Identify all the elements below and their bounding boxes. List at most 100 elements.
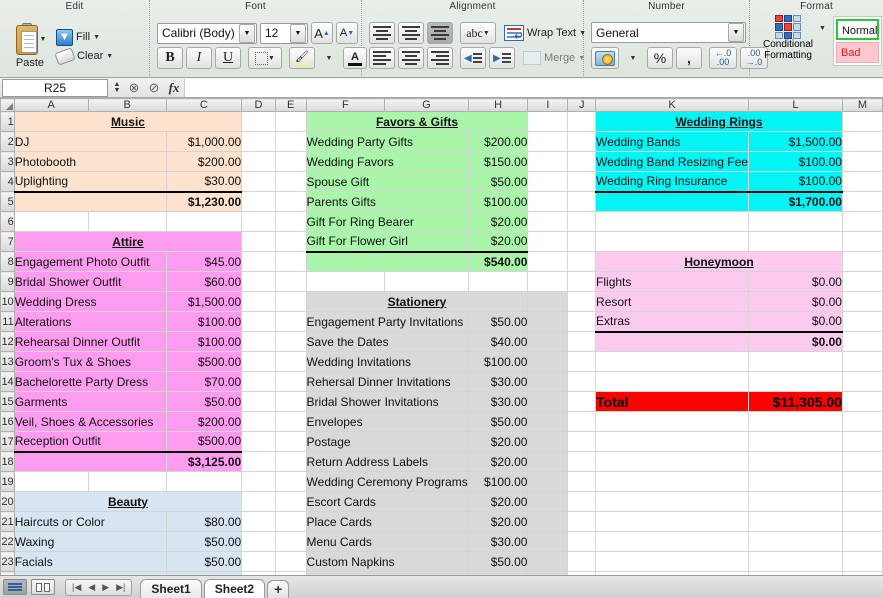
row-header-22[interactable]: 22	[0, 531, 15, 552]
attire-total-pad[interactable]	[13, 451, 167, 472]
cell-E22[interactable]	[274, 531, 307, 552]
attire-item-7-label[interactable]: Garments	[13, 391, 167, 412]
cell-I18[interactable]	[527, 451, 569, 472]
cell-D11[interactable]	[241, 311, 276, 332]
increase-decimal-button[interactable]: ←.0.00	[709, 47, 737, 69]
attire-item-3-amount[interactable]: $100.00	[165, 311, 243, 332]
italic-button[interactable]: I	[186, 47, 212, 69]
stationery-item-5-label[interactable]: Envelopes	[305, 411, 469, 432]
stationery-item-0-amount[interactable]: $50.00	[467, 311, 529, 332]
honeymoon-item-1-amount[interactable]: $0.00	[747, 291, 843, 312]
favors-total-pad[interactable]	[305, 251, 469, 272]
attire-item-0-label[interactable]: Engagement Photo Outfit	[13, 251, 167, 272]
cell-K20[interactable]	[595, 491, 749, 512]
favors-total[interactable]: $540.00	[467, 251, 529, 272]
attire-item-4-amount[interactable]: $100.00	[165, 331, 243, 352]
chevron-down-icon[interactable]: ▼	[268, 55, 275, 62]
row-header-2[interactable]: 2	[0, 131, 15, 152]
row-header-12[interactable]: 12	[0, 331, 15, 352]
cell-L18[interactable]	[747, 451, 843, 472]
cell-D21[interactable]	[241, 511, 276, 532]
row-header-3[interactable]: 3	[0, 151, 15, 172]
cell-D7[interactable]	[241, 231, 276, 252]
cell-M18[interactable]	[841, 451, 883, 472]
cell-D9[interactable]	[241, 271, 276, 292]
cell-L16[interactable]	[747, 411, 843, 432]
cell-D14[interactable]	[241, 371, 276, 392]
stationery-title[interactable]: Stationery	[305, 291, 529, 312]
column-header-E[interactable]: E	[274, 98, 307, 112]
bold-button[interactable]: B	[157, 47, 183, 69]
cell-I5[interactable]	[527, 191, 569, 212]
cell-D10[interactable]	[241, 291, 276, 312]
column-header-D[interactable]: D	[241, 98, 276, 112]
attire-item-8-label[interactable]: Veil, Shoes & Accessories	[13, 411, 167, 432]
cell-M4[interactable]	[841, 171, 883, 192]
cell-I22[interactable]	[527, 531, 569, 552]
page-layout-view-button[interactable]	[31, 579, 55, 595]
formula-input[interactable]	[184, 78, 883, 97]
beauty-item-0-label[interactable]: Haircuts or Color	[13, 511, 167, 532]
cell-L23[interactable]	[747, 551, 843, 572]
cell-J6[interactable]	[567, 211, 597, 232]
cell-C19[interactable]	[165, 471, 243, 492]
cell-I2[interactable]	[527, 131, 569, 152]
cell-J2[interactable]	[567, 131, 597, 152]
stationery-item-8-amount[interactable]: $100.00	[467, 471, 529, 492]
attire-item-9-amount[interactable]: $500.00	[165, 431, 243, 453]
music-item-2-amount[interactable]: $30.00	[165, 171, 243, 193]
row-header-8[interactable]: 8	[0, 251, 15, 272]
cell-D6[interactable]	[241, 211, 276, 232]
row-header-19[interactable]: 19	[0, 471, 15, 492]
favors-item-3-amount[interactable]: $100.00	[467, 191, 529, 212]
sheet-tab-sheet2[interactable]: Sheet2	[203, 578, 266, 598]
beauty-title[interactable]: Beauty	[13, 491, 243, 512]
cell-L19[interactable]	[747, 471, 843, 492]
cell-J22[interactable]	[567, 531, 597, 552]
cell-J15[interactable]	[567, 391, 597, 412]
chevron-down-icon[interactable]: ▼	[483, 29, 490, 37]
cell-B6[interactable]	[87, 211, 167, 232]
font-family-select[interactable]: Calibri (Body) ▼	[157, 22, 257, 44]
cell-K23[interactable]	[595, 551, 749, 572]
currency-format-button[interactable]	[591, 47, 619, 69]
cell-I13[interactable]	[527, 351, 569, 372]
honeymoon-item-2-amount[interactable]: $0.00	[747, 311, 843, 333]
name-box-spinner[interactable]: ▲ ▼	[110, 79, 124, 97]
cell-K17[interactable]	[595, 431, 749, 452]
favors-item-5-label[interactable]: Gift For Flower Girl	[305, 231, 469, 253]
cell-D19[interactable]	[241, 471, 276, 492]
cell-F9[interactable]	[305, 271, 386, 292]
percent-format-button[interactable]: %	[647, 47, 673, 69]
cell-I10[interactable]	[527, 291, 569, 312]
cell-E7[interactable]	[274, 231, 307, 252]
cell-M23[interactable]	[841, 551, 883, 572]
style-bad[interactable]: Bad	[835, 42, 880, 63]
cell-L20[interactable]	[747, 491, 843, 512]
stationery-item-11-amount[interactable]: $30.00	[467, 531, 529, 552]
cell-K13[interactable]	[595, 351, 749, 372]
row-header-7[interactable]: 7	[0, 231, 15, 252]
music-item-1-amount[interactable]: $200.00	[165, 151, 243, 172]
cell-I9[interactable]	[527, 271, 569, 292]
cell-E4[interactable]	[274, 171, 307, 192]
cell-K14[interactable]	[595, 371, 749, 392]
cell-E6[interactable]	[274, 211, 307, 232]
row-header-11[interactable]: 11	[0, 311, 15, 332]
stationery-item-7-amount[interactable]: $20.00	[467, 451, 529, 472]
cancel-icon[interactable]: ⊗	[124, 79, 144, 97]
font-size-select[interactable]: 12 ▼	[260, 22, 308, 44]
cell-I11[interactable]	[527, 311, 569, 332]
sheet-tab-sheet1[interactable]: Sheet1	[140, 578, 202, 598]
cell-E11[interactable]	[274, 311, 307, 332]
rings-item-2-label[interactable]: Wedding Ring Insurance	[595, 171, 749, 192]
cell-E16[interactable]	[274, 411, 307, 432]
cell-I15[interactable]	[527, 391, 569, 412]
cell-L22[interactable]	[747, 531, 843, 552]
cell-J10[interactable]	[567, 291, 597, 312]
rings-item-0-label[interactable]: Wedding Bands	[595, 131, 749, 152]
cell-C6[interactable]	[165, 211, 243, 232]
cell-J7[interactable]	[567, 231, 597, 252]
cell-M5[interactable]	[841, 191, 883, 212]
beauty-item-2-amount[interactable]: $50.00	[165, 551, 243, 572]
